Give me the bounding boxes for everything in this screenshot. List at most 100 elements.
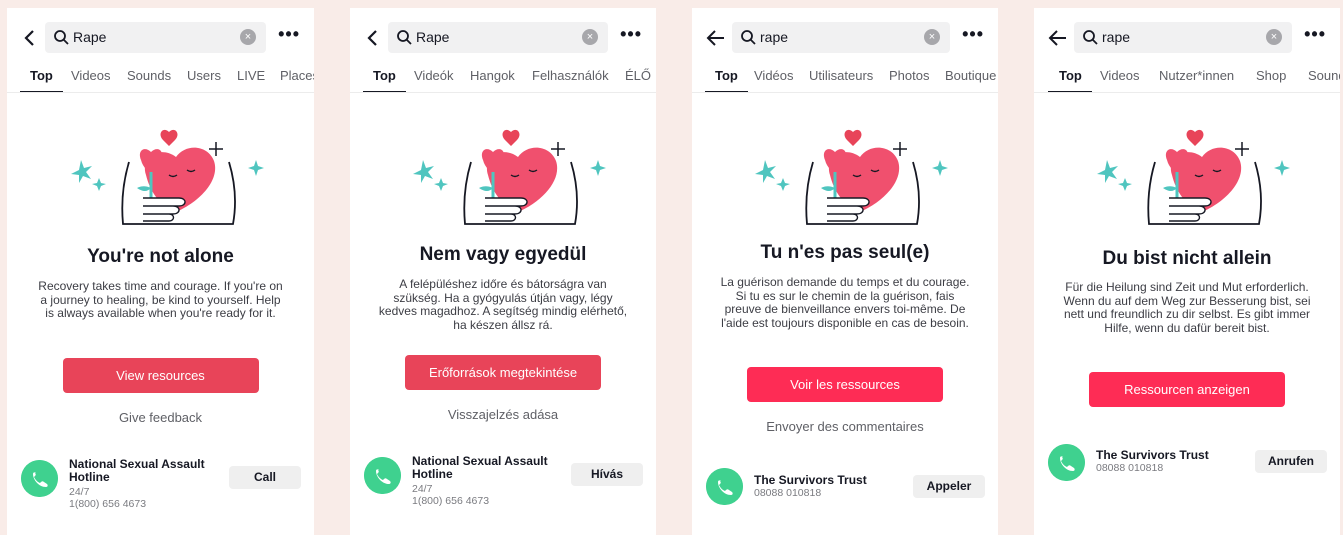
tab-photos[interactable]: Photos	[889, 68, 929, 83]
page-title: Tu n'es pas seul(e)	[760, 242, 930, 263]
hotline-hours: 24/7	[69, 486, 90, 498]
tab-top[interactable]: Top	[715, 68, 738, 83]
search-tabs: Top Vidéos Utilisateurs Photos Boutique	[692, 66, 998, 93]
tab-videos[interactable]: Videók	[414, 68, 454, 83]
tab-videos[interactable]: Videos	[71, 68, 111, 83]
screen-french: rape × ••• Top Vidéos Utilisateurs Photo…	[692, 8, 998, 535]
support-message: La guérison demande du temps et du coura…	[720, 275, 970, 330]
hotline-name: National Sexual Assault Hotline	[412, 454, 548, 481]
tab-top[interactable]: Top	[30, 68, 53, 83]
tab-live[interactable]: LIVE	[237, 68, 265, 83]
tab-users[interactable]: Felhasználók	[532, 68, 609, 83]
hotline-row: The Survivors Trust 08088 010818 Appeler	[692, 468, 998, 528]
search-query: rape	[1102, 29, 1131, 45]
search-bar: Rape × •••	[350, 22, 656, 54]
give-feedback-link[interactable]: Visszajelzés adása	[350, 407, 656, 422]
search-input[interactable]: rape ×	[732, 22, 950, 53]
call-button[interactable]: Hívás	[571, 463, 643, 486]
search-bar: Rape × •••	[7, 22, 314, 54]
tab-places[interactable]: Places	[280, 68, 314, 83]
tab-sounds[interactable]: Hangok	[470, 68, 515, 83]
search-icon	[54, 30, 69, 45]
search-bar: rape × •••	[1034, 22, 1340, 54]
back-arrow-icon[interactable]	[1046, 26, 1068, 50]
call-button[interactable]: Call	[229, 466, 301, 489]
search-tabs: Top Videos Sounds Users LIVE Places	[7, 66, 314, 93]
search-query: Rape	[416, 29, 450, 45]
tab-top[interactable]: Top	[373, 68, 396, 83]
hotline-number: 08088 010818	[754, 487, 822, 499]
hotline-number: 08088 010818	[1096, 462, 1164, 474]
clear-icon[interactable]: ×	[1266, 29, 1282, 45]
search-icon	[1083, 30, 1098, 45]
search-input[interactable]: Rape ×	[45, 22, 266, 53]
more-icon[interactable]: •••	[1304, 24, 1326, 45]
call-button[interactable]: Anrufen	[1255, 450, 1327, 473]
tab-sounds[interactable]: Sounds	[1308, 68, 1340, 83]
active-tab-indicator	[1048, 91, 1092, 92]
view-resources-button[interactable]: Erőforrások megtekintése	[405, 355, 601, 390]
search-query: Rape	[73, 29, 107, 45]
view-resources-button[interactable]: Voir les ressources	[747, 367, 943, 402]
phone-icon	[364, 457, 401, 494]
search-tabs: Top Videos Nutzer*innen Shop Sounds	[1034, 66, 1340, 93]
give-feedback-link[interactable]: Give feedback	[7, 410, 314, 425]
back-arrow-icon[interactable]	[704, 26, 726, 50]
view-resources-button[interactable]: Ressourcen anzeigen	[1089, 372, 1285, 407]
view-resources-button[interactable]: View resources	[62, 358, 259, 393]
hotline-name: The Survivors Trust	[1096, 448, 1209, 462]
more-icon[interactable]: •••	[620, 24, 642, 45]
clear-icon[interactable]: ×	[924, 29, 940, 45]
hotline-number: 1(800) 656 4673	[412, 495, 490, 507]
more-icon[interactable]: •••	[962, 24, 984, 45]
hotline-name: The Survivors Trust	[754, 473, 867, 487]
phone-icon	[706, 468, 743, 505]
screen-german: rape × ••• Top Videos Nutzer*innen Shop …	[1034, 8, 1340, 535]
active-tab-indicator	[705, 91, 748, 92]
hotline-number: 1(800) 656 4673	[69, 498, 147, 510]
tab-shop[interactable]: Boutique	[945, 68, 996, 83]
hotline-row: National Sexual Assault Hotline 24/7 1(8…	[350, 455, 656, 515]
page-title: You're not alone	[87, 246, 234, 267]
page-title: Du bist nicht allein	[1102, 248, 1272, 269]
heart-hug-illustration	[69, 128, 265, 226]
heart-hug-illustration	[411, 128, 608, 226]
tab-sounds[interactable]: Sounds	[127, 68, 171, 83]
back-chevron-icon[interactable]	[19, 26, 41, 50]
heart-hug-illustration	[1095, 128, 1292, 226]
search-input[interactable]: Rape ×	[388, 22, 608, 53]
search-tabs: Top Videók Hangok Felhasználók ÉLŐ	[350, 66, 656, 93]
tab-videos[interactable]: Videos	[1100, 68, 1140, 83]
phone-icon	[21, 460, 58, 497]
heart-hug-illustration	[753, 128, 950, 226]
more-icon[interactable]: •••	[278, 24, 300, 45]
search-input[interactable]: rape ×	[1074, 22, 1292, 53]
search-icon	[741, 30, 756, 45]
search-icon	[397, 30, 412, 45]
phone-icon	[1048, 444, 1085, 481]
tab-shop[interactable]: Shop	[1256, 68, 1286, 83]
tab-users[interactable]: Nutzer*innen	[1159, 68, 1234, 83]
tab-users[interactable]: Users	[187, 68, 221, 83]
active-tab-indicator	[363, 91, 406, 92]
tab-videos[interactable]: Vidéos	[754, 68, 794, 83]
hotline-row: The Survivors Trust 08088 010818 Anrufen	[1034, 444, 1340, 504]
give-feedback-link[interactable]: Envoyer des commentaires	[692, 419, 998, 434]
hotline-name: National Sexual Assault Hotline	[69, 457, 205, 484]
clear-icon[interactable]: ×	[582, 29, 598, 45]
hotline-hours: 24/7	[412, 483, 433, 495]
tab-users[interactable]: Utilisateurs	[809, 68, 873, 83]
hotline-row: National Sexual Assault Hotline 24/7 1(8…	[7, 458, 314, 518]
call-button[interactable]: Appeler	[913, 475, 985, 498]
support-message: A felépüléshez időre és bátorságra van s…	[378, 277, 628, 332]
screen-english: Rape × ••• Top Videos Sounds Users LIVE …	[7, 8, 314, 535]
search-query: rape	[760, 29, 789, 45]
tab-top[interactable]: Top	[1059, 68, 1082, 83]
search-bar: rape × •••	[692, 22, 998, 54]
active-tab-indicator	[20, 91, 63, 92]
back-chevron-icon[interactable]	[362, 26, 384, 50]
tab-live[interactable]: ÉLŐ	[625, 68, 651, 83]
clear-icon[interactable]: ×	[240, 29, 256, 45]
screen-hungarian: Rape × ••• Top Videók Hangok Felhasználó…	[350, 8, 656, 535]
support-message: Recovery takes time and courage. If you'…	[38, 279, 283, 320]
